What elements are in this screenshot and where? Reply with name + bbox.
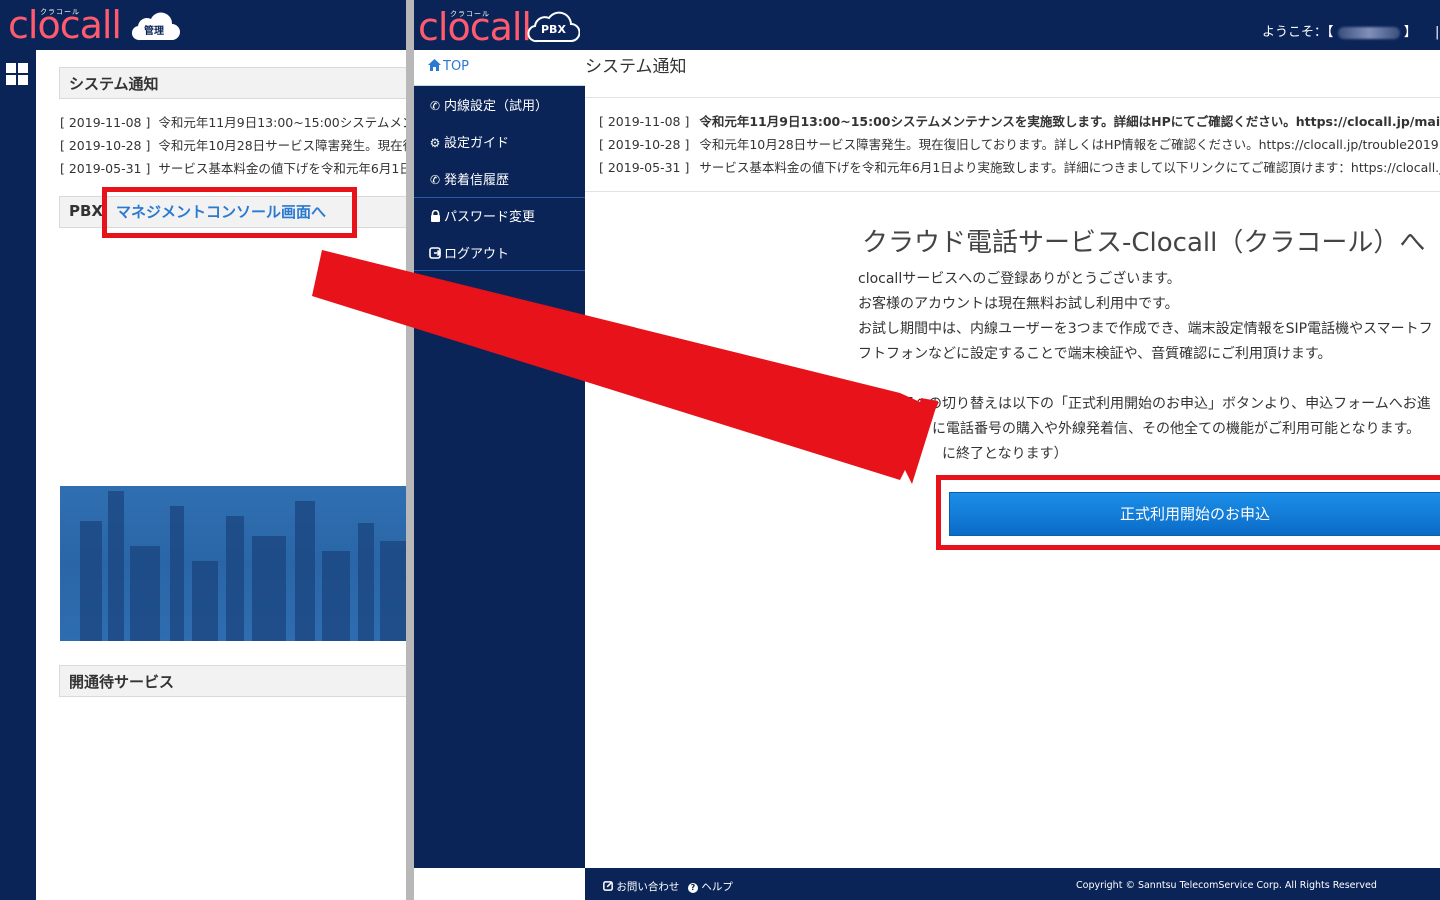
admin-side-rail [0, 50, 36, 900]
apply-button-highlight-box [936, 475, 1440, 550]
notice-text: サービス基本料金の値下げを令和元年6月1日よ [158, 161, 410, 176]
welcome-suffix: 】 [1403, 25, 1417, 40]
welcome-text-line: 正式利用への切り替えは以下の「正式利用開始のお申込」ボタンより、申込フォームへお… [858, 396, 1431, 412]
welcome-text-line: clocallサービスへのご登録ありがとうございます。 [858, 271, 1181, 287]
notice-text: サービス基本料金の値下げを令和元年6月1日より実施致します。詳細につきまして以下… [699, 160, 1440, 175]
phone-icon: ✆ [429, 173, 441, 187]
admin-header: クラコール clocall 管理 [0, 0, 410, 50]
city-banner-image [60, 486, 410, 641]
pbx-notice-item[interactable]: [ 2019-05-31 ] サービス基本料金の値下げを令和元年6月1日より実施致… [599, 157, 1440, 176]
notice-text: 令和元年10月28日サービス障害発生。現在復旧 [158, 138, 410, 153]
sidebar-item-change-password[interactable]: パスワード変更 [428, 206, 535, 225]
notice-date: [ 2019-10-28 ] [60, 138, 151, 153]
notice-date: [ 2019-11-08 ] [60, 115, 151, 130]
notice-date: [ 2019-11-08 ] [599, 114, 690, 129]
pbx-logo[interactable]: clocall [418, 5, 532, 49]
pbx-label: PBX [69, 202, 103, 220]
pbx-sidebar: TOP ✆ 内線設定（試用） ⚙ 設定ガイド ✆ 発着信履歴 パスワード変更 ログアウ… [414, 50, 585, 868]
phone-icon: ✆ [429, 99, 441, 113]
admin-logo-badge: 管理 [144, 26, 164, 37]
admin-logo[interactable]: clocall [8, 3, 122, 47]
pbx-notice-list: [ 2019-11-08 ] 令和元年11月9日13:00~15:00システムメン… [585, 97, 1440, 192]
admin-window: クラコール clocall 管理 システム通知 [ 2019-11-08 ] 令和… [0, 0, 410, 900]
management-link-highlight-box [102, 187, 357, 238]
logout-icon [428, 247, 442, 261]
sidebar-item-label: TOP [443, 59, 470, 74]
gear-icon: ⚙ [429, 136, 441, 150]
admin-notice-heading: システム通知 [59, 67, 410, 99]
welcome-text-line: お客様のアカウントは現在無料お試し利用中です。 [858, 296, 1179, 312]
home-icon [428, 59, 441, 71]
sidebar-item-call-history[interactable]: ✆ 発着信履歴 [428, 169, 509, 188]
welcome-title: クラウド電話サービス-Clocall（クラコール）へ [862, 228, 1426, 258]
notice-date: [ 2019-10-28 ] [599, 137, 690, 152]
welcome-prefix: ようこそ：【 [1262, 25, 1334, 40]
sidebar-divider [414, 197, 585, 198]
sidebar-item-logout[interactable]: ログアウト [428, 243, 509, 262]
sidebar-item-label: 内線設定（試用） [444, 99, 549, 114]
sidebar-item-label: パスワード変更 [444, 210, 536, 225]
sidebar-item-label: 設定ガイド [444, 136, 510, 151]
contact-label: お問い合わせ [616, 881, 680, 893]
admin-logo-text: clocall [8, 3, 122, 47]
pbx-window: クラコール clocall PBX ようこそ：【 】 | ✕ TOP ✆内線設定… [414, 0, 1440, 900]
grid-icon[interactable] [6, 63, 30, 87]
sidebar-item-setup-guide[interactable]: ⚙ 設定ガイド [428, 132, 509, 151]
pbx-logo-text: clocall [418, 5, 532, 49]
external-link-icon [603, 881, 613, 891]
sidebar-item-label: ログアウト [444, 247, 510, 262]
welcome-text-line: に電話番号の購入や外線発着信、その他全ての機能がご利用可能となります。 [932, 421, 1421, 437]
pbx-header: クラコール clocall PBX ようこそ：【 】 | ✕ [414, 0, 1440, 50]
sidebar-divider [414, 270, 585, 271]
help-link[interactable]: ? ヘルプ [688, 879, 733, 894]
notice-date: [ 2019-05-31 ] [60, 161, 151, 176]
pending-service-heading: 開通待サービス [59, 665, 410, 697]
welcome-text-line: に終了となります） [942, 446, 1068, 462]
window-divider [406, 0, 414, 900]
pbx-footer: お問い合わせ ? ヘルプ Copyright © Sanntsu Telecom… [585, 868, 1440, 900]
contact-link[interactable]: お問い合わせ [603, 879, 679, 894]
pbx-notice-item[interactable]: [ 2019-11-08 ] 令和元年11月9日13:00~15:00システムメン… [599, 111, 1440, 130]
notice-text: 令和元年10月28日サービス障害発生。現在復旧しております。詳しくはHP情報をご… [699, 137, 1440, 152]
help-label: ヘルプ [701, 881, 733, 893]
pbx-logo-badge: PBX [541, 23, 566, 36]
blurred-username [1337, 26, 1400, 39]
lock-icon [428, 209, 442, 224]
welcome-text-line: フトフォンなどに設定することで端末検証や、音質確認にご利用頂けます。 [858, 346, 1332, 362]
sidebar-item-extension-settings[interactable]: ✆ 内線設定（試用） [428, 95, 548, 114]
admin-notice-item[interactable]: [ 2019-11-08 ] 令和元年11月9日13:00~15:00システムメン… [60, 112, 410, 131]
notice-text: 令和元年11月9日13:00~15:00システムメンテ [158, 115, 410, 130]
admin-notice-item[interactable]: [ 2019-10-28 ] 令和元年10月28日サービス障害発生。現在復旧 [60, 135, 410, 154]
pbx-notice-item[interactable]: [ 2019-10-28 ] 令和元年10月28日サービス障害発生。現在復旧してお… [599, 134, 1440, 153]
admin-notice-item[interactable]: [ 2019-05-31 ] サービス基本料金の値下げを令和元年6月1日よ [60, 158, 410, 177]
notice-date: [ 2019-05-31 ] [599, 160, 690, 175]
notice-text: 令和元年11月9日13:00~15:00システムメンテナンスを実施致します。詳細… [699, 114, 1440, 129]
header-separator: | [1434, 25, 1440, 40]
welcome-text-line: お試し期間中は、内線ユーザーを3つまで作成でき、端末設定情報をSIP電話機やスマ… [858, 321, 1433, 337]
sidebar-item-label: 発着信履歴 [444, 173, 510, 188]
copyright-text: Copyright © Sanntsu TelecomService Corp.… [1076, 880, 1377, 891]
help-icon: ? [688, 883, 698, 893]
welcome-user: ようこそ：【 】 | ✕ [1262, 21, 1440, 40]
sidebar-item-top[interactable]: TOP [414, 50, 585, 86]
